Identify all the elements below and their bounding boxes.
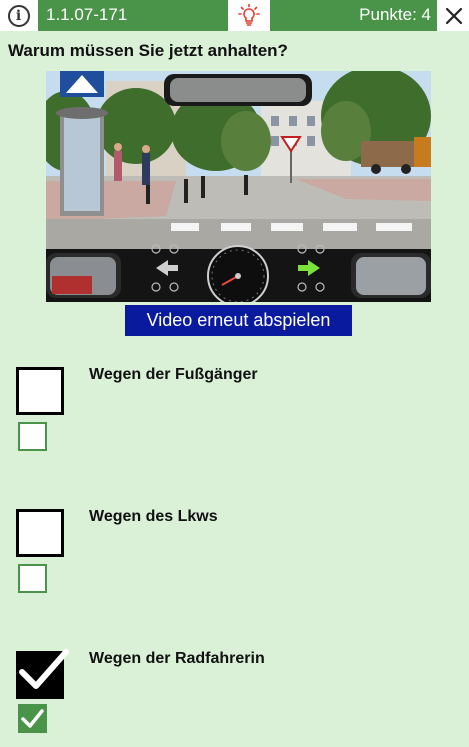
lightbulb-icon bbox=[238, 3, 260, 26]
info-icon: i bbox=[7, 4, 30, 27]
video-player[interactable] bbox=[46, 71, 431, 302]
question-text: Warum müssen Sie jetzt anhalten? bbox=[8, 41, 288, 60]
solution-indicator bbox=[18, 564, 47, 593]
hint-button[interactable] bbox=[229, 0, 269, 31]
replay-video-button[interactable]: Video erneut abspielen bbox=[125, 305, 352, 336]
top-bar: i 1.1.07-171 Punkte: 4 bbox=[0, 0, 469, 31]
answer-checkbox[interactable] bbox=[16, 367, 64, 415]
answer-text: Wegen des Lkws bbox=[89, 508, 218, 525]
points-display: Punkte: 4 bbox=[270, 0, 437, 31]
checkmark-icon bbox=[19, 649, 69, 689]
info-button[interactable]: i bbox=[0, 0, 37, 31]
checkmark-icon bbox=[21, 709, 44, 728]
driving-scene-image bbox=[46, 71, 431, 302]
close-button[interactable] bbox=[438, 0, 469, 31]
answer-checkbox[interactable] bbox=[16, 509, 64, 557]
answer-text: Wegen der Radfahrerin bbox=[89, 650, 265, 667]
question-code: 1.1.07-171 bbox=[38, 0, 228, 31]
solution-indicator-correct bbox=[18, 704, 47, 733]
answer-text: Wegen der Fußgänger bbox=[89, 366, 258, 383]
close-icon bbox=[445, 7, 462, 24]
solution-indicator bbox=[18, 422, 47, 451]
answer-checkbox-checked[interactable] bbox=[16, 649, 69, 699]
